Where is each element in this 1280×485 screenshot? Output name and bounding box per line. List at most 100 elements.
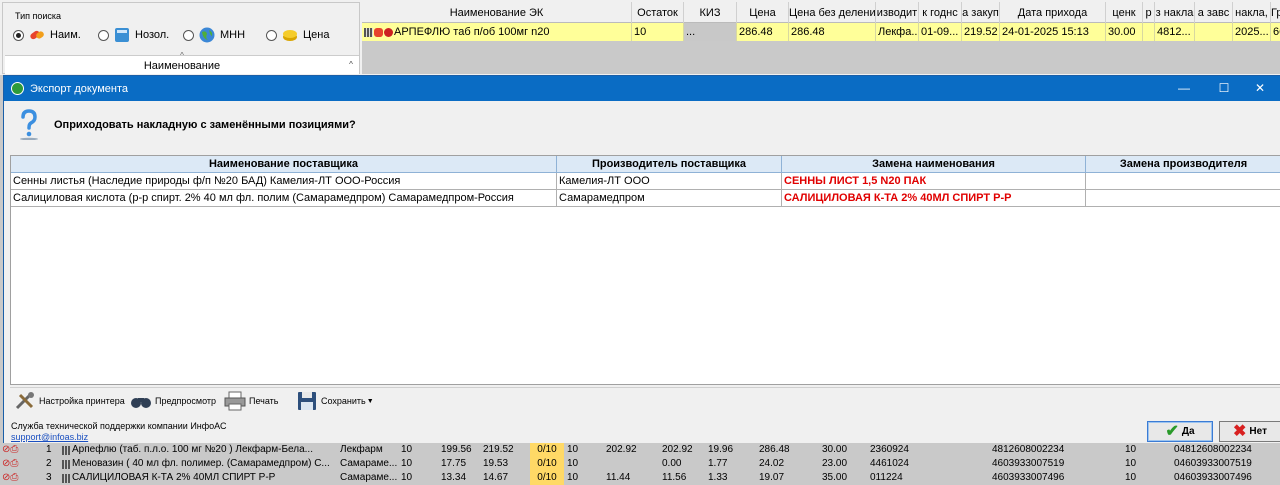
- search-option-mnn[interactable]: МНН: [183, 25, 245, 45]
- name-column-header[interactable]: Наименование ^: [5, 55, 359, 74]
- table-cell[interactable]: 199.56: [441, 443, 479, 457]
- table-cell[interactable]: 01-09...: [919, 23, 962, 41]
- printer-settings-button[interactable]: Настройка принтера: [14, 390, 125, 412]
- dialog-titlebar[interactable]: Экспорт документа — ☐ ✕: [4, 76, 1280, 101]
- table-cell[interactable]: 202.92: [662, 443, 702, 457]
- search-option-price[interactable]: Цена: [266, 25, 329, 45]
- table-cell[interactable]: 0/10: [530, 443, 564, 457]
- table-cell[interactable]: 0/10: [530, 457, 564, 471]
- table-row[interactable]: ⊘⎙ 2 Меновазин ( 40 мл фл. полимер. (Сам…: [0, 457, 1280, 471]
- table-cell[interactable]: 286.48: [789, 23, 876, 41]
- table-cell[interactable]: 4812608002234: [992, 443, 1092, 457]
- column-header-supplier-name[interactable]: Наименование поставщика: [11, 156, 557, 173]
- table-cell[interactable]: 23.00: [822, 457, 866, 471]
- column-header[interactable]: Цена: [737, 2, 789, 23]
- table-cell[interactable]: 35.00: [822, 471, 866, 485]
- table-cell[interactable]: 2025...: [1233, 23, 1271, 41]
- radio-selected[interactable]: [13, 29, 24, 41]
- column-header[interactable]: р: [1143, 2, 1155, 23]
- column-header[interactable]: а завс: [1195, 2, 1233, 23]
- table-cell[interactable]: 10: [401, 457, 437, 471]
- table-cell[interactable]: Самараме...: [340, 471, 398, 485]
- table-cell[interactable]: 13.34: [441, 471, 479, 485]
- table-cell[interactable]: ...: [684, 23, 737, 41]
- table-cell[interactable]: 10: [632, 23, 684, 41]
- table-cell[interactable]: 10: [567, 457, 603, 471]
- table-cell[interactable]: 219.52: [962, 23, 1000, 41]
- table-cell[interactable]: 286.48: [759, 443, 803, 457]
- table-cell[interactable]: 11.56: [662, 471, 702, 485]
- close-button[interactable]: ✕: [1242, 76, 1278, 101]
- table-cell[interactable]: 24.02: [759, 457, 803, 471]
- table-cell[interactable]: 2360924: [870, 443, 940, 457]
- column-header[interactable]: к годнс: [919, 2, 962, 23]
- search-option-nozol[interactable]: Нозол.: [98, 25, 169, 45]
- preview-button[interactable]: Предпросмотр: [130, 390, 216, 412]
- table-cell[interactable]: [1086, 190, 1280, 206]
- table-cell[interactable]: 0.00: [662, 457, 702, 471]
- table-cell[interactable]: 10: [1125, 471, 1155, 485]
- table-cell[interactable]: 14.67: [483, 471, 527, 485]
- table-cell[interactable]: САЛИЦИЛОВАЯ К-ТА 2% 40МЛ СПИРТ Р-Р: [72, 471, 334, 485]
- table-cell[interactable]: 202.92: [606, 443, 650, 457]
- table-cell[interactable]: Лекфарм: [340, 443, 398, 457]
- table-row[interactable]: АРПЕФЛЮ таб п/об 100мг n20 10 ... 286.48…: [362, 23, 1280, 41]
- table-row[interactable]: Салициловая кислота (р-р спирт. 2% 40 мл…: [11, 190, 1280, 207]
- column-header-manufacturer-replacement[interactable]: Замена производителя: [1086, 156, 1280, 173]
- column-header[interactable]: Остаток: [632, 2, 684, 23]
- column-header[interactable]: Наименование ЭК: [362, 2, 632, 23]
- column-header[interactable]: ценк: [1106, 2, 1143, 23]
- table-cell[interactable]: 24-01-2025 15:13: [1000, 23, 1106, 41]
- table-cell[interactable]: 4603933007496: [992, 471, 1092, 485]
- table-cell[interactable]: Самараме...: [340, 457, 398, 471]
- table-row[interactable]: ⊘⎙ 1 Арпефлю (таб. п.л.о. 100 мг №20 ) Л…: [0, 443, 1280, 457]
- table-cell[interactable]: 10: [567, 471, 603, 485]
- table-row[interactable]: Сенны листья (Наследие природы ф/п №20 Б…: [11, 173, 1280, 190]
- table-cell[interactable]: Салициловая кислота (р-р спирт. 2% 40 мл…: [11, 190, 557, 206]
- column-header[interactable]: Гр: [1271, 2, 1280, 23]
- table-cell[interactable]: [1143, 23, 1155, 41]
- radio[interactable]: [183, 29, 194, 41]
- table-cell[interactable]: 17.75: [441, 457, 479, 471]
- table-cell[interactable]: Самарамедпром: [557, 190, 782, 206]
- column-header-supplier-manufacturer[interactable]: Производитель поставщика: [557, 156, 782, 173]
- table-cell[interactable]: 30.00: [822, 443, 866, 457]
- table-cell[interactable]: 04603933007519: [1174, 457, 1274, 471]
- table-row[interactable]: ⊘⎙ 3 САЛИЦИЛОВАЯ К-ТА 2% 40МЛ СПИРТ Р-Р …: [0, 471, 1280, 485]
- print-button[interactable]: Печать: [224, 390, 278, 412]
- table-cell[interactable]: 10: [401, 471, 437, 485]
- table-cell[interactable]: 10: [401, 443, 437, 457]
- table-cell[interactable]: 286.48: [737, 23, 789, 41]
- table-cell[interactable]: Камелия-ЛТ ООО: [557, 173, 782, 189]
- table-cell[interactable]: 011224: [870, 471, 940, 485]
- table-cell[interactable]: САЛИЦИЛОВАЯ К-ТА 2% 40МЛ СПИРТ Р-Р: [782, 190, 1086, 206]
- table-cell[interactable]: [1195, 23, 1233, 41]
- radio[interactable]: [98, 29, 109, 41]
- column-header[interactable]: а закуп: [962, 2, 1000, 23]
- yes-button[interactable]: ✔ Да: [1147, 421, 1213, 442]
- table-cell[interactable]: [1086, 173, 1280, 189]
- scroll-up-icon[interactable]: ^: [345, 58, 357, 72]
- table-cell[interactable]: 4603933007519: [992, 457, 1092, 471]
- table-cell[interactable]: 1.77: [708, 457, 748, 471]
- table-cell[interactable]: 0/10: [530, 471, 564, 485]
- save-dropdown-button[interactable]: Сохранить ▼: [296, 390, 374, 412]
- table-cell[interactable]: 11.44: [606, 471, 650, 485]
- no-button[interactable]: ✖ Нет: [1219, 421, 1280, 442]
- table-cell[interactable]: 19.07: [759, 471, 803, 485]
- table-cell[interactable]: 10: [567, 443, 603, 457]
- column-header[interactable]: Дата прихода: [1000, 2, 1106, 23]
- table-cell[interactable]: 1.33: [708, 471, 748, 485]
- column-header[interactable]: з накла: [1155, 2, 1195, 23]
- table-cell[interactable]: АРПЕФЛЮ таб п/об 100мг n20: [362, 23, 632, 41]
- column-header[interactable]: изводит: [876, 2, 919, 23]
- table-cell[interactable]: [606, 457, 650, 471]
- column-header[interactable]: КИЗ: [684, 2, 737, 23]
- radio[interactable]: [266, 29, 277, 41]
- table-cell[interactable]: Арпефлю (таб. п.л.о. 100 мг №20 ) Лекфар…: [72, 443, 334, 457]
- table-cell[interactable]: 10: [1125, 457, 1155, 471]
- maximize-button[interactable]: ☐: [1206, 76, 1242, 101]
- column-header[interactable]: накла,: [1233, 2, 1271, 23]
- table-cell[interactable]: Сенны листья (Наследие природы ф/п №20 Б…: [11, 173, 557, 189]
- table-cell[interactable]: 04812608002234: [1174, 443, 1274, 457]
